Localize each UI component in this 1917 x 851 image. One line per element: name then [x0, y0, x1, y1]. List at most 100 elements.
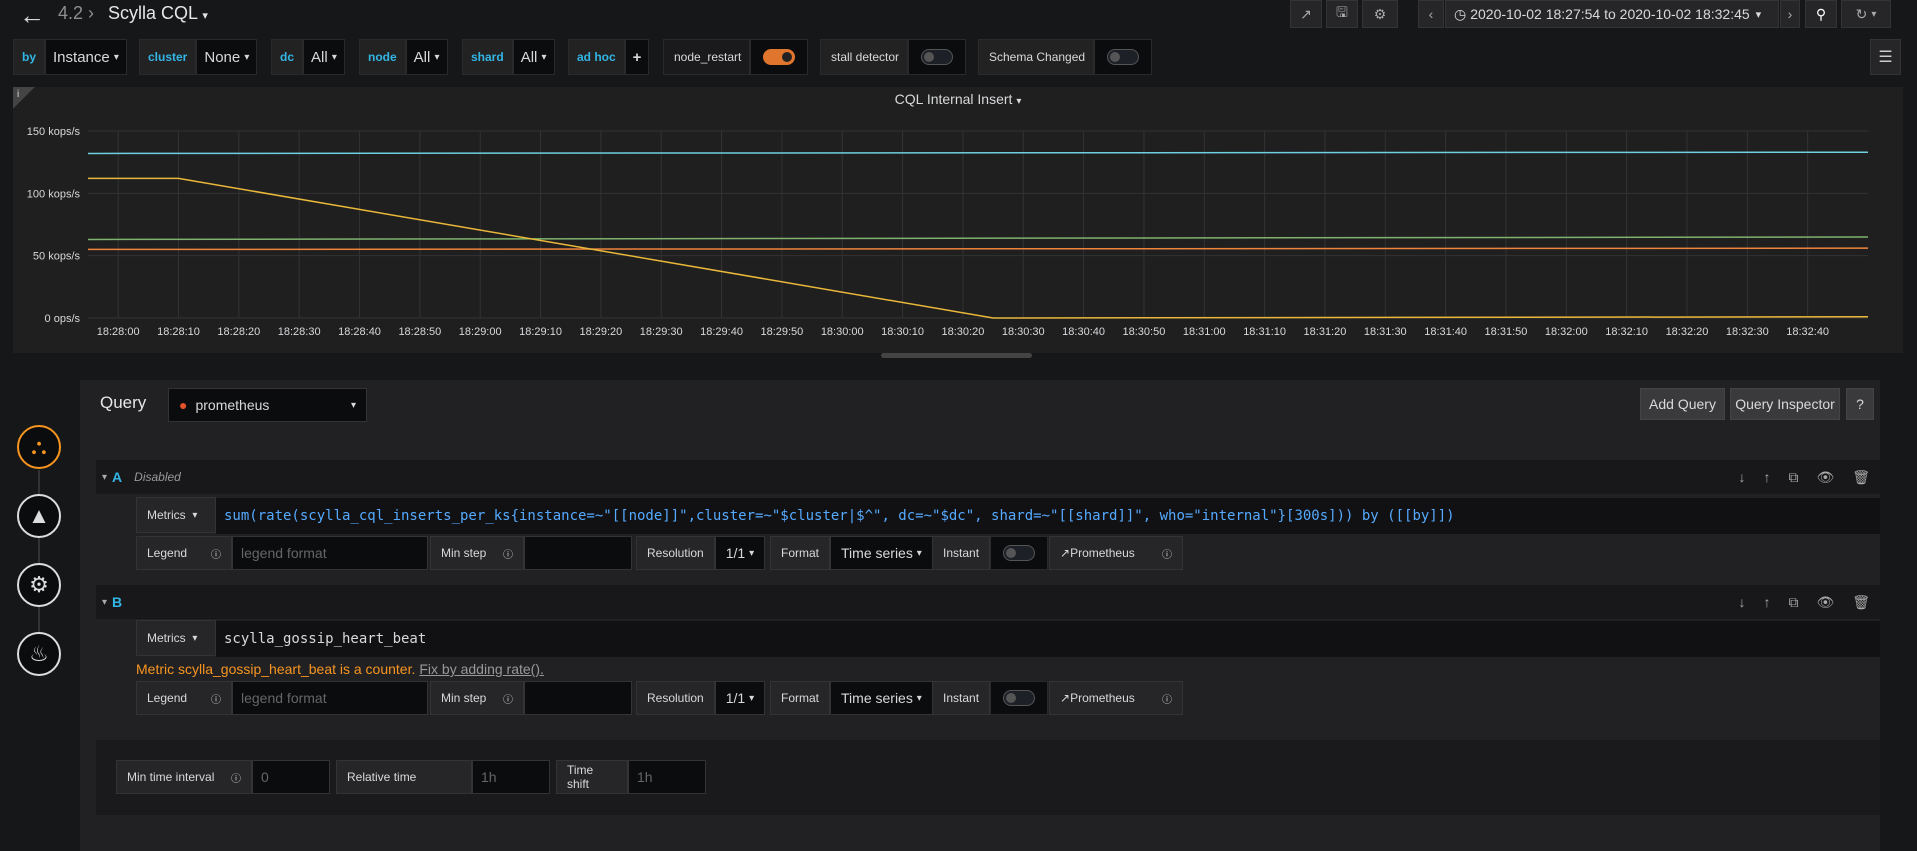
variable-value[interactable]: Instance ▾: [45, 39, 127, 75]
toggle-switch-box[interactable]: [1094, 39, 1153, 75]
database-queries-icon[interactable]: ⛬: [17, 425, 61, 469]
adhoc-add-button[interactable]: +: [624, 39, 650, 75]
move-up-icon[interactable]: ↑: [1763, 594, 1770, 610]
variable-shard[interactable]: shard All ▾: [462, 39, 555, 75]
variable-node[interactable]: node All ▾: [359, 39, 448, 75]
instant-toggle[interactable]: [1003, 545, 1036, 561]
x-tick-label: 18:32:10: [1605, 326, 1648, 338]
toggle-switch-on[interactable]: [763, 49, 796, 65]
prometheus-link-b[interactable]: ↗ Prometheus ⓘ: [1049, 681, 1183, 715]
refresh-icon[interactable]: ↻ ▾: [1841, 0, 1891, 28]
query-inspector-button[interactable]: Query Inspector: [1730, 388, 1840, 420]
toggle-node-restart[interactable]: node_restart: [663, 39, 809, 75]
hide-eye-icon[interactable]: 👁: [1816, 469, 1834, 486]
min-interval-input[interactable]: 0: [252, 760, 330, 794]
prometheus-link[interactable]: ↗ Prometheus ⓘ: [1049, 536, 1183, 570]
info-icon: ⓘ: [231, 773, 241, 785]
variable-by[interactable]: by Instance ▾: [13, 39, 127, 75]
variable-dc[interactable]: dc All ▾: [271, 39, 345, 75]
collapse-caret-icon[interactable]: ▾: [102, 597, 107, 608]
share-icon[interactable]: ↗: [1290, 0, 1322, 28]
minstep-input[interactable]: [524, 681, 632, 715]
format-select[interactable]: Time series ▾: [830, 681, 933, 715]
collapse-caret-icon[interactable]: ▾: [102, 472, 107, 483]
promql-expression-b[interactable]: scylla_gossip_heart_beat: [216, 621, 1880, 657]
settings-gear-icon[interactable]: ⚙: [1362, 0, 1398, 28]
resolution-select[interactable]: 1/1 ▾: [714, 536, 766, 570]
caret-down-icon: ▾: [1755, 8, 1762, 21]
caret-down-icon: ▾: [749, 547, 755, 559]
caret-down-icon: ▾: [749, 692, 755, 704]
top-navbar: ← 4.2 › Scylla CQL ▾ ↗ 🖫 ⚙ ‹ ◷ 2020-10-02…: [0, 0, 1917, 30]
x-tick-label: 18:28:50: [398, 326, 441, 338]
zoom-out-icon[interactable]: ⚲: [1805, 0, 1837, 28]
move-down-icon[interactable]: ↓: [1738, 594, 1745, 610]
help-button[interactable]: ?: [1846, 388, 1874, 420]
instant-toggle[interactable]: [1003, 690, 1036, 706]
toggle-switch-off[interactable]: [921, 49, 954, 65]
save-icon[interactable]: 🖫: [1326, 0, 1358, 28]
prometheus-link-a[interactable]: ↗ Prometheus ⓘ: [1049, 536, 1183, 570]
add-query-button[interactable]: Add Query: [1640, 388, 1725, 420]
variable-value[interactable]: None ▾: [196, 39, 258, 75]
metrics-dropdown[interactable]: Metrics ▾: [136, 497, 216, 533]
toggle-switch-box[interactable]: [908, 39, 967, 75]
dashboard-title-text: Scylla CQL: [108, 3, 198, 23]
general-settings-gear-icon[interactable]: ⚙: [17, 563, 61, 607]
query-status: Disabled: [134, 470, 181, 484]
format-select[interactable]: Time series ▾: [830, 536, 933, 570]
duplicate-icon[interactable]: ⧉: [1788, 594, 1798, 611]
minstep-field-b: Min step ⓘ: [430, 681, 632, 715]
legend-input[interactable]: legend format: [232, 536, 428, 570]
trash-icon[interactable]: 🗑: [1852, 469, 1870, 486]
breadcrumb-version[interactable]: 4.2 ›: [58, 3, 94, 24]
info-corner-icon[interactable]: i: [13, 87, 35, 109]
x-tick-label: 18:29:20: [579, 326, 622, 338]
show-eye-icon[interactable]: 👁: [1816, 594, 1834, 611]
back-arrow-icon[interactable]: ←: [18, 0, 46, 30]
time-back-icon[interactable]: ‹: [1418, 0, 1444, 28]
hamburger-menu-icon[interactable]: ☰: [1870, 39, 1901, 75]
time-shift-field: Time shift 1h: [556, 760, 706, 794]
minstep-field-a: Min step ⓘ: [430, 536, 632, 570]
datasource-select[interactable]: ● prometheus ▾: [168, 388, 367, 422]
query-a-header[interactable]: ▾ A Disabled ↓ ↑ ⧉ 👁 🗑: [96, 460, 1880, 494]
format-field-b: Format Time series ▾: [770, 681, 933, 715]
instant-toggle-box[interactable]: [990, 681, 1049, 715]
variable-value[interactable]: All ▾: [303, 39, 345, 75]
fix-rate-link[interactable]: Fix by adding rate().: [419, 661, 544, 677]
query-b-header[interactable]: ▾ B ↓ ↑ ⧉ 👁 🗑: [96, 585, 1880, 619]
visualization-icon[interactable]: ▲: [17, 494, 61, 538]
x-tick-label: 18:28:00: [97, 326, 140, 338]
prometheus-link[interactable]: ↗ Prometheus ⓘ: [1049, 681, 1183, 715]
move-down-icon[interactable]: ↓: [1738, 469, 1745, 485]
external-link-icon: ↗: [1060, 546, 1071, 560]
toggle-switch-off[interactable]: [1107, 49, 1140, 65]
alert-bell-icon[interactable]: ♨: [17, 632, 61, 676]
variable-value[interactable]: All ▾: [512, 39, 555, 75]
metrics-dropdown[interactable]: Metrics ▾: [136, 620, 216, 656]
variable-value[interactable]: All ▾: [405, 39, 448, 75]
template-variables-bar: by Instance ▾ cluster None ▾ dc All ▾ no…: [0, 39, 1917, 75]
instant-toggle-box[interactable]: [990, 536, 1049, 570]
toggle-schema-changed[interactable]: Schema Changed: [978, 39, 1153, 75]
variable-cluster[interactable]: cluster None ▾: [139, 39, 258, 75]
time-forward-icon[interactable]: ›: [1780, 0, 1800, 28]
move-up-icon[interactable]: ↑: [1763, 469, 1770, 485]
toggle-switch-box[interactable]: [750, 39, 809, 75]
time-shift-input[interactable]: 1h: [628, 760, 706, 794]
legend-input[interactable]: legend format: [232, 681, 428, 715]
trash-icon[interactable]: 🗑: [1852, 594, 1870, 611]
dashboard-title[interactable]: Scylla CQL ▾: [108, 3, 208, 24]
resolution-select[interactable]: 1/1 ▾: [714, 681, 766, 715]
panel-title[interactable]: CQL Internal Insert ▾: [13, 91, 1903, 107]
x-tick-label: 18:30:40: [1062, 326, 1105, 338]
variable-adhoc[interactable]: ad hoc +: [568, 39, 650, 75]
toggle-stall-detector[interactable]: stall detector: [820, 39, 967, 75]
duplicate-icon[interactable]: ⧉: [1788, 469, 1798, 486]
minstep-input[interactable]: [524, 536, 632, 570]
time-range-picker[interactable]: ◷ 2020-10-02 18:27:54 to 2020-10-02 18:32…: [1445, 0, 1779, 28]
relative-time-input[interactable]: 1h: [472, 760, 550, 794]
panel-resize-handle[interactable]: [881, 353, 1032, 358]
promql-expression-a[interactable]: sum(rate(scylla_cql_inserts_per_ks{insta…: [216, 498, 1880, 534]
